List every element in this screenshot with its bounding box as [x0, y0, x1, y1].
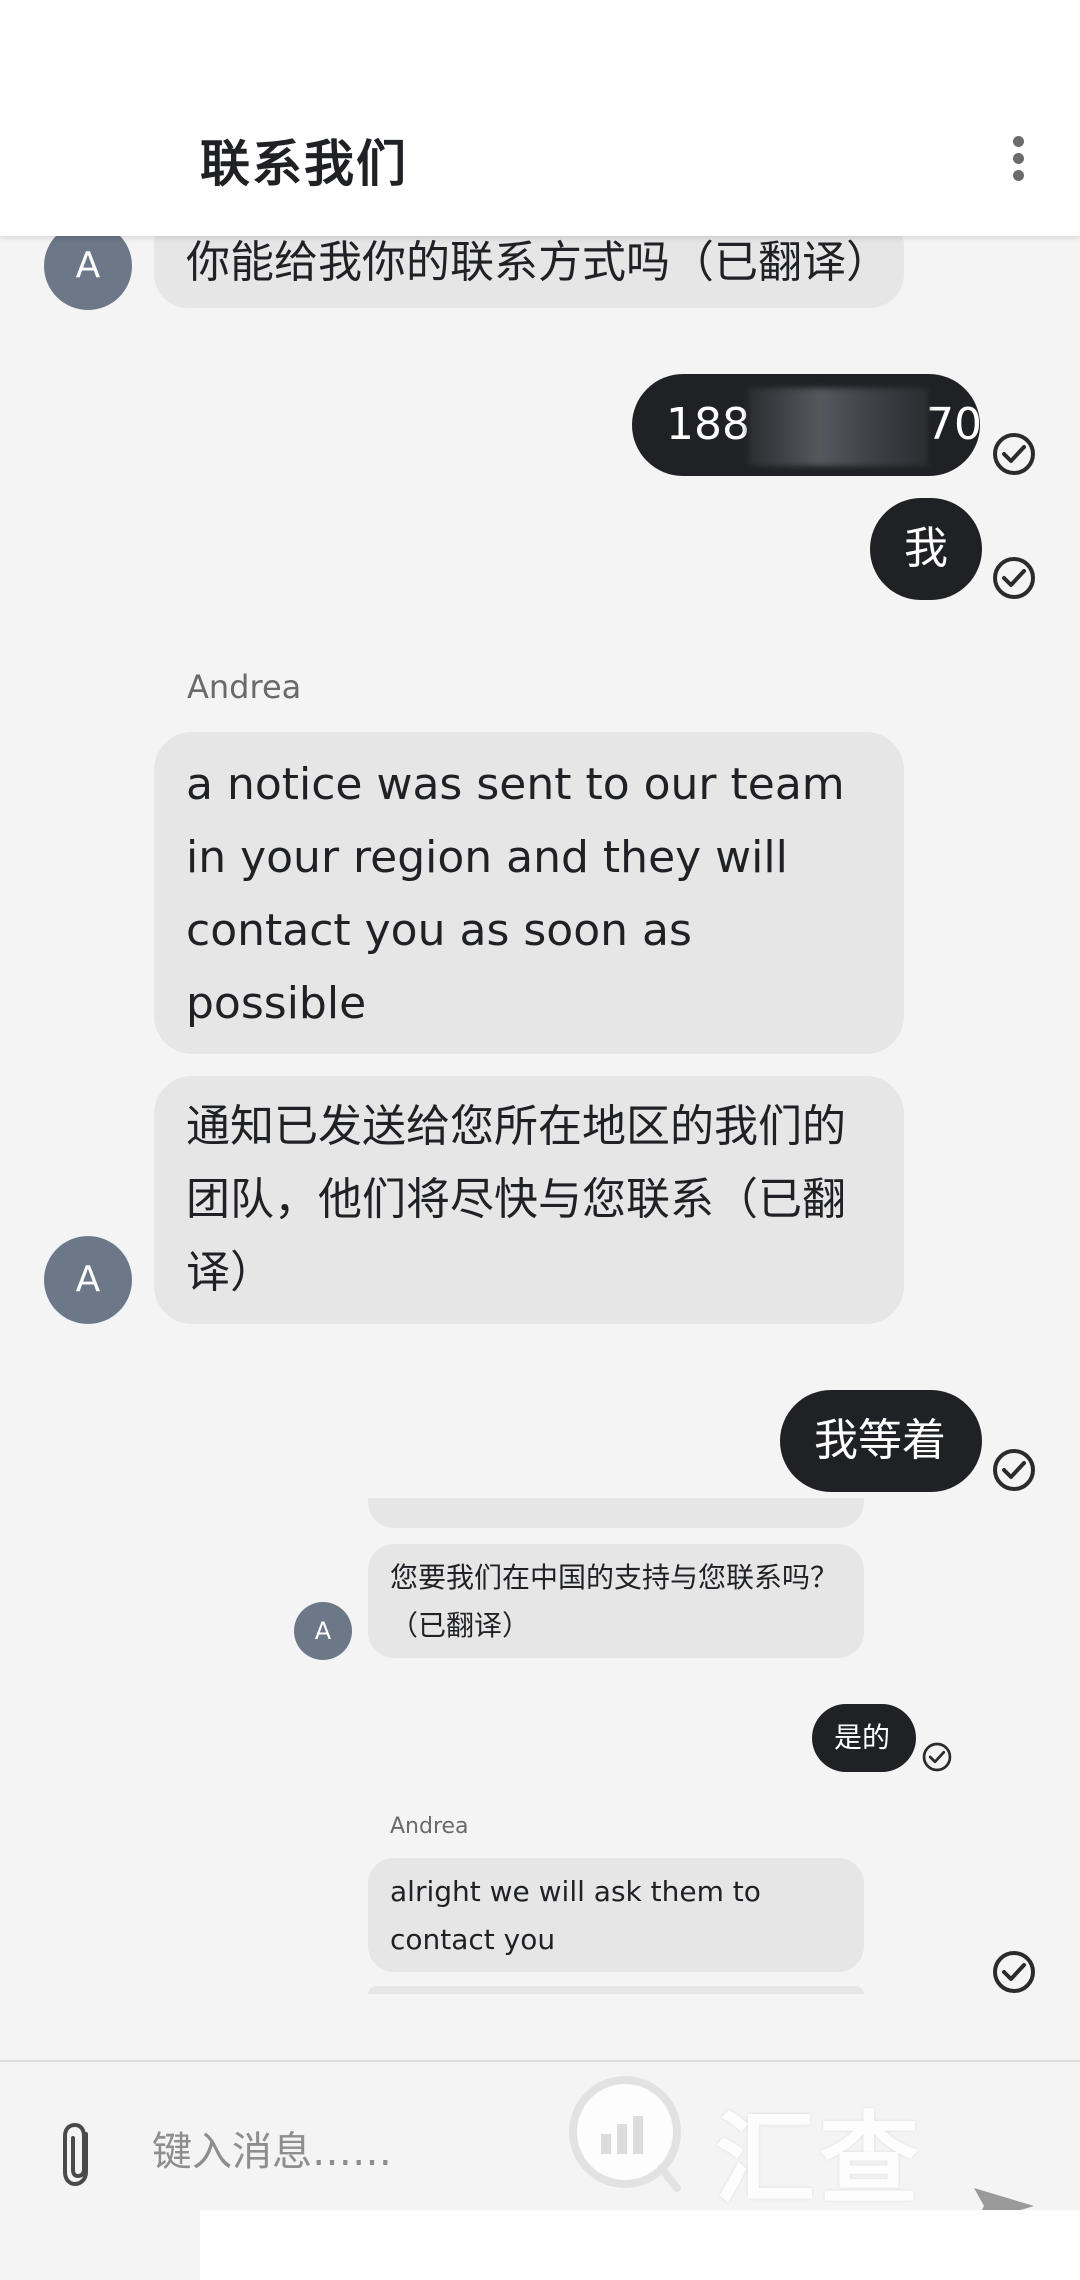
- watermark: 汇查查: [565, 2068, 1015, 2280]
- sender-name: Andrea: [390, 1814, 469, 1839]
- message-text: 是的: [834, 1721, 891, 1754]
- avatar-initial: A: [75, 245, 101, 286]
- message-bubble-outgoing[interactable]: 是的: [812, 1704, 916, 1772]
- delivered-check-icon: [993, 557, 1035, 599]
- paperclip-icon[interactable]: [56, 2120, 102, 2190]
- sender-name: Andrea: [187, 668, 302, 706]
- message-text: 我等着: [814, 1415, 946, 1466]
- message-text: 您要我们在中国的支持与您联系吗？（已翻译）: [390, 1561, 839, 1642]
- more-options-button[interactable]: [998, 128, 1038, 188]
- redacted-digits: [747, 388, 928, 466]
- avatar-initial: A: [314, 1617, 332, 1645]
- bottom-edge: [0, 2210, 200, 2280]
- avatar[interactable]: A: [44, 1236, 132, 1324]
- message-text: 你能给我你的联系方式吗（已翻译）: [186, 237, 890, 288]
- avatar-initial: A: [75, 1259, 101, 1300]
- message-bubble-partial: [368, 1498, 864, 1528]
- message-bubble-incoming[interactable]: alright we will ask them to contact you: [368, 1858, 864, 1972]
- watermark-logo-icon: [569, 2076, 681, 2192]
- message-bubble-incoming[interactable]: a notice was sent to our team in your re…: [154, 732, 904, 1054]
- message-bubble-incoming[interactable]: 通知已发送给您所在地区的我们的团队，他们将尽快与您联系（已翻译）: [154, 1076, 904, 1324]
- message-list[interactable]: A 你能给我你的联系方式吗（已翻译） 188 70 我 Andrea a noti…: [0, 0, 1080, 2060]
- avatar[interactable]: A: [294, 1602, 352, 1660]
- delivered-check-icon: [922, 1742, 952, 1772]
- message-bubble-incoming[interactable]: 您要我们在中国的支持与您联系吗？（已翻译）: [368, 1544, 864, 1658]
- page-title: 联系我们: [200, 135, 408, 193]
- delivered-check-icon: [993, 1449, 1035, 1491]
- message-text: 我: [904, 523, 948, 574]
- app-bar: 联系我们: [0, 0, 1080, 236]
- delivered-check-icon: [993, 433, 1035, 475]
- message-bubble-outgoing[interactable]: 我等着: [780, 1390, 982, 1492]
- chat-screen: A 你能给我你的联系方式吗（已翻译） 188 70 我 Andrea a noti…: [0, 0, 1080, 2280]
- message-text: a notice was sent to our team in your re…: [186, 759, 845, 1029]
- message-text: alright we will ask them to contact you: [390, 1875, 761, 1956]
- bottom-edge: [200, 2210, 1080, 2280]
- delivered-check-icon: [993, 1951, 1035, 1993]
- message-bubble-outgoing[interactable]: 我: [870, 498, 982, 600]
- message-text-prefix: 188: [666, 399, 750, 450]
- message-text: 通知已发送给您所在地区的我们的团队，他们将尽快与您联系（已翻译）: [186, 1101, 846, 1298]
- message-bubble-partial: [368, 1986, 864, 1994]
- message-bubble-outgoing[interactable]: 188 70: [632, 374, 982, 476]
- message-text-suffix: 70: [925, 399, 982, 450]
